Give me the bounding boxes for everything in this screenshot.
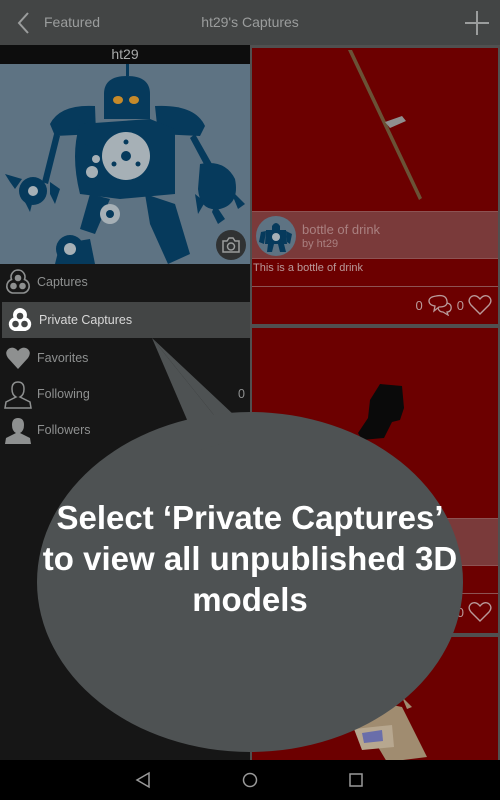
profile-menu: Captures Private Captures Favorites Foll… [0, 264, 250, 448]
following-count: 0 [238, 387, 245, 401]
captures-feed: bottle of drink by ht29 This is a bottle… [250, 45, 500, 760]
change-photo-button[interactable] [216, 230, 246, 260]
profile-avatar-image [0, 64, 250, 264]
sidebar-item-private-captures[interactable]: Private Captures [2, 302, 250, 338]
person-icon [0, 412, 36, 448]
square-recents-icon[interactable] [346, 770, 366, 790]
heart-outline-icon[interactable] [468, 294, 492, 316]
sidebar-item-favorites[interactable]: Favorites [0, 340, 250, 376]
capture-author[interactable]: by ht29 [302, 238, 338, 250]
page-title: ht29's Captures [201, 14, 299, 30]
capture-title[interactable]: bottle of drink [302, 222, 380, 237]
plus-icon[interactable] [464, 10, 490, 36]
model-preview[interactable] [252, 637, 498, 760]
tutorial-text: Select ‘Private Captures’ to view all un… [42, 499, 458, 618]
app-bar: Featured ht29's Captures [0, 0, 500, 45]
triangle-back-icon[interactable] [134, 770, 154, 790]
captures-icon [0, 264, 36, 300]
capture-card[interactable] [252, 637, 498, 760]
sidebar-item-label: Private Captures [39, 313, 133, 327]
camera-icon [222, 237, 240, 253]
captures-icon [2, 302, 38, 338]
heart-outline-icon[interactable] [468, 601, 492, 623]
author-avatar[interactable] [256, 216, 296, 256]
capture-description: This is a bottle of drink [252, 259, 498, 287]
profile-sidebar: ht29 Captures Private Captures Favorites… [0, 45, 250, 760]
robot-avatar-illustration [5, 64, 245, 264]
sidebar-item-label: Captures [37, 275, 88, 289]
system-nav-bar [0, 760, 500, 800]
comment-count: 0 [415, 297, 423, 313]
sidebar-item-label: Following [37, 387, 90, 401]
robot-avatar-thumbnail [259, 223, 292, 252]
like-count: 0 [456, 297, 464, 313]
circle-home-icon[interactable] [240, 770, 260, 790]
model-preview[interactable] [252, 48, 498, 211]
capture-actions: 0 0 [252, 287, 498, 323]
comment-icon[interactable] [427, 294, 453, 316]
profile-username: ht29 [0, 45, 250, 64]
model-thumbnail-bottle [348, 50, 422, 200]
sidebar-item-label: Followers [37, 423, 91, 437]
capture-meta: bottle of drink by ht29 [252, 211, 498, 259]
model-preview[interactable] [252, 328, 498, 518]
model-thumbnail-object [358, 384, 404, 440]
capture-card[interactable]: bottle of drink by ht29 This is a bottle… [252, 48, 498, 324]
sidebar-item-captures[interactable]: Captures [0, 264, 250, 300]
heart-icon [0, 340, 36, 376]
sidebar-item-label: Favorites [37, 351, 89, 365]
followers-count: 0 [238, 423, 245, 437]
person-outline-icon [0, 376, 36, 412]
sidebar-item-followers[interactable]: Followers 0 [0, 412, 250, 448]
model-thumbnail-hand [352, 697, 427, 760]
sidebar-item-following[interactable]: Following 0 [0, 376, 250, 412]
